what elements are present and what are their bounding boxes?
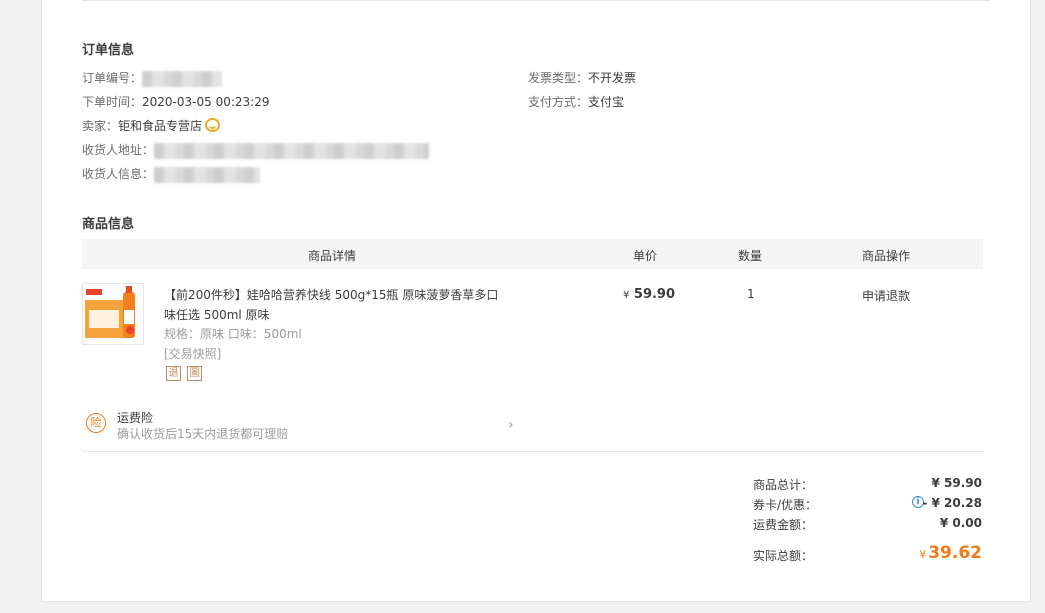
payment-row: 支付方式：支付宝 [528, 93, 624, 110]
address-row: 收货人地址： [82, 141, 430, 159]
col-header-detail: 商品详情 [308, 249, 357, 263]
summary-divider [82, 451, 983, 452]
quantity-value: 1 [747, 287, 755, 301]
goods-total-label: 商品总计： [753, 478, 814, 492]
order-number-label: 订单编号： [82, 71, 143, 85]
shipping-label: 运费金额： [753, 518, 814, 532]
insurance-subtitle: 确认收货后15天内退货都可理赔 [117, 427, 289, 441]
product-thumbnail[interactable] [82, 283, 144, 345]
unit-price: ¥ 59.90 [623, 287, 675, 302]
wangwang-chat-icon[interactable] [205, 118, 221, 132]
col-header-price: 单价 [633, 249, 658, 263]
receiver-label: 收货人信息： [82, 167, 155, 181]
order-detail-panel: 订单信息 订单编号： 下单时间：2020-03-05 00:23:29 卖家：钜… [41, 0, 1031, 602]
col-header-quantity: 数量 [738, 249, 763, 263]
invoice-type-label: 发票类型： [528, 71, 589, 85]
refund-tag-icon: 退 [166, 366, 181, 381]
payment-label: 支付方式： [528, 95, 589, 109]
price-currency: ¥ [623, 290, 630, 301]
shipping-value: ¥ 0.00 [939, 516, 982, 530]
order-time-value: 2020-03-05 00:23:29 [142, 95, 270, 109]
price-value: 59.90 [633, 287, 676, 302]
coupon-value: - ¥ 20.28 [922, 496, 982, 510]
request-refund-link[interactable]: 申请退款 [862, 287, 910, 304]
product-image-drawing [85, 286, 135, 338]
top-divider [82, 0, 990, 1]
order-number-redacted [142, 70, 223, 87]
receiver-redacted [154, 166, 261, 183]
product-name-link[interactable]: 【前200件秒】娃哈哈营养快线 500g*15瓶 原味菠萝香草多口味任选 500… [164, 285, 504, 325]
insurance-title[interactable]: 运费险 [117, 409, 153, 426]
order-time-label: 下单时间： [82, 95, 143, 109]
col-header-action: 商品操作 [862, 249, 911, 263]
seller-row: 卖家：钜和食品专营店 [82, 117, 221, 134]
trade-snapshot-link[interactable]: [交易快照] [164, 345, 221, 362]
coupon-label: 券卡/优惠： [753, 498, 818, 512]
product-spec: 规格：原味 口味：500ml [164, 327, 302, 341]
seller-link[interactable]: 钜和食品专营店 [118, 119, 202, 133]
invoice-row: 发票类型：不开发票 [528, 69, 636, 86]
seller-label: 卖家： [82, 119, 119, 133]
payment-value: 支付宝 [588, 95, 625, 109]
goods-info-title: 商品信息 [82, 217, 135, 232]
receiver-row: 收货人信息： [82, 165, 261, 183]
order-info-title: 订单信息 [82, 43, 135, 58]
chevron-right-icon[interactable]: › [508, 417, 514, 433]
order-number-row: 订单编号： [82, 69, 223, 87]
invoice-type-value: 不开发票 [588, 71, 637, 85]
actual-total-value: ¥39.62 [919, 543, 982, 563]
address-label: 收货人地址： [82, 143, 155, 157]
actual-total-label: 实际总额： [753, 549, 814, 563]
insurance-icon: 险 [86, 413, 106, 433]
goods-table-header: 商品详情 单价 数量 商品操作 [82, 239, 983, 269]
goods-total-value: ¥ 59.90 [931, 476, 982, 490]
address-redacted [154, 142, 430, 159]
actual-total-currency: ¥ [919, 548, 927, 561]
actual-total-amount: 39.62 [928, 543, 982, 563]
picture-tag-icon: 圖 [187, 366, 202, 381]
order-time-row: 下单时间：2020-03-05 00:23:29 [82, 93, 269, 110]
